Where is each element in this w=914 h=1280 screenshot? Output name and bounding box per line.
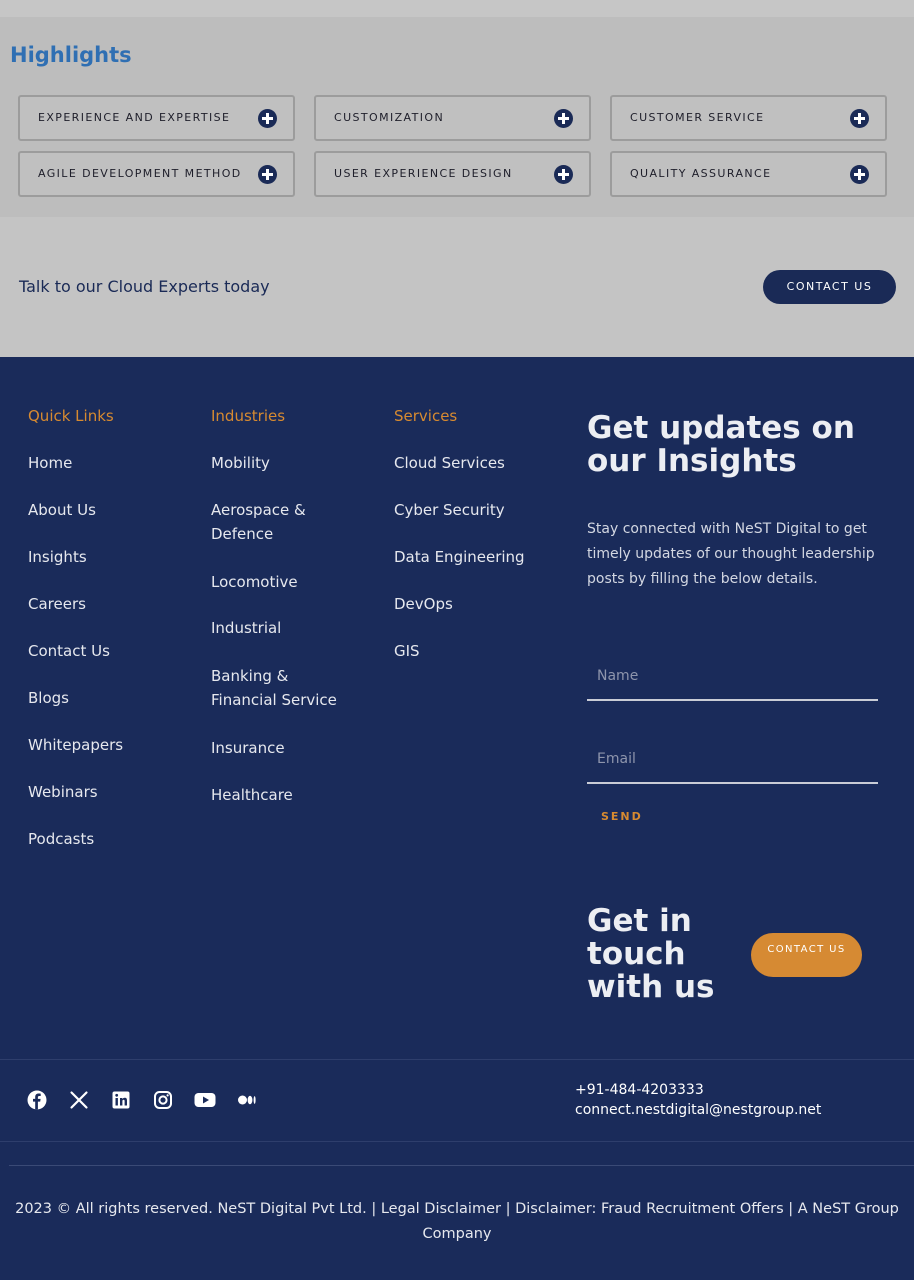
get-in-touch-contact-button[interactable]: CONTACT US xyxy=(751,933,862,977)
footer-link-healthcare[interactable]: Healthcare xyxy=(211,783,376,807)
footer-link-webinars[interactable]: Webinars xyxy=(28,780,193,804)
email-field xyxy=(587,736,878,784)
plus-circle-icon[interactable] xyxy=(850,109,869,128)
footer-link-gis[interactable]: GIS xyxy=(394,639,559,663)
footer: Quick Links Home About Us Insights Caree… xyxy=(0,357,914,1280)
footer-link-industrial[interactable]: Industrial xyxy=(211,616,376,640)
highlight-label: USER EXPERIENCE DESIGN xyxy=(334,167,513,180)
highlight-label: AGILE DEVELOPMENT METHOD xyxy=(38,167,242,180)
footer-link-blogs[interactable]: Blogs xyxy=(28,686,193,710)
highlight-card-customization[interactable]: CUSTOMIZATION xyxy=(314,95,591,141)
medium-icon[interactable] xyxy=(237,1090,257,1110)
linkedin-icon[interactable] xyxy=(111,1090,131,1110)
footer-link-podcasts[interactable]: Podcasts xyxy=(28,827,193,851)
x-icon[interactable] xyxy=(69,1090,89,1110)
footer-link-devops[interactable]: DevOps xyxy=(394,592,559,616)
contact-email[interactable]: connect.nestdigital@nestgroup.net xyxy=(575,1102,821,1118)
highlight-card-experience[interactable]: EXPERIENCE AND EXPERTISE xyxy=(18,95,295,141)
plus-circle-icon[interactable] xyxy=(258,165,277,184)
footer-link-contact-us[interactable]: Contact Us xyxy=(28,639,193,663)
highlights-section: Highlights EXPERIENCE AND EXPERTISE CUST… xyxy=(0,17,914,217)
copyright-text: 2023 © All rights reserved. NeST Digital… xyxy=(15,1201,899,1242)
footer-link-data-engineering[interactable]: Data Engineering xyxy=(394,545,574,569)
cta-text: Talk to our Cloud Experts today xyxy=(19,277,270,296)
send-button[interactable]: SEND xyxy=(601,810,643,823)
highlight-card-ux-design[interactable]: USER EXPERIENCE DESIGN xyxy=(314,151,591,197)
social-bar: +91-484-4203333 connect.nestdigital@nest… xyxy=(0,1059,914,1142)
footer-link-aerospace[interactable]: Aerospace & Defence xyxy=(211,498,321,546)
plus-circle-icon[interactable] xyxy=(850,165,869,184)
newsletter-description: Stay connected with NeST Digital to get … xyxy=(587,521,875,587)
contact-us-button[interactable]: CONTACT US xyxy=(763,270,896,304)
plus-circle-icon[interactable] xyxy=(554,165,573,184)
highlight-card-agile[interactable]: AGILE DEVELOPMENT METHOD xyxy=(18,151,295,197)
highlight-label: CUSTOMER SERVICE xyxy=(630,111,765,124)
name-field xyxy=(587,653,878,701)
industries-heading: Industries xyxy=(211,407,286,425)
footer-divider xyxy=(9,1165,914,1166)
footer-link-home[interactable]: Home xyxy=(28,451,193,475)
email-input[interactable] xyxy=(587,736,878,782)
highlight-label: CUSTOMIZATION xyxy=(334,111,445,124)
footer-link-cyber-security[interactable]: Cyber Security xyxy=(394,498,559,522)
services-heading: Services xyxy=(394,407,458,425)
top-strip xyxy=(0,0,914,17)
footer-link-insurance[interactable]: Insurance xyxy=(211,736,376,760)
highlight-card-quality-assurance[interactable]: QUALITY ASSURANCE xyxy=(610,151,887,197)
highlight-label: QUALITY ASSURANCE xyxy=(630,167,772,180)
instagram-icon[interactable] xyxy=(153,1090,173,1110)
contact-phone[interactable]: +91-484-4203333 xyxy=(575,1082,704,1098)
footer-link-banking[interactable]: Banking & Financial Service xyxy=(211,664,351,712)
footer-link-cloud-services[interactable]: Cloud Services xyxy=(394,451,559,475)
newsletter-title: Get updates on our Insights xyxy=(587,410,855,479)
plus-circle-icon[interactable] xyxy=(258,109,277,128)
highlight-label: EXPERIENCE AND EXPERTISE xyxy=(38,111,231,124)
footer-link-locomotive[interactable]: Locomotive xyxy=(211,570,376,594)
highlight-card-customer-service[interactable]: CUSTOMER SERVICE xyxy=(610,95,887,141)
name-input[interactable] xyxy=(587,653,878,699)
youtube-icon[interactable] xyxy=(194,1090,216,1110)
footer-link-about-us[interactable]: About Us xyxy=(28,498,193,522)
cta-section: Talk to our Cloud Experts today CONTACT … xyxy=(0,217,914,357)
footer-link-whitepapers[interactable]: Whitepapers xyxy=(28,733,193,757)
highlights-title: Highlights xyxy=(10,43,132,67)
plus-circle-icon[interactable] xyxy=(554,109,573,128)
get-in-touch-title: Get in touch with us xyxy=(587,903,715,1005)
footer-link-careers[interactable]: Careers xyxy=(28,592,193,616)
quick-links-heading: Quick Links xyxy=(28,407,114,425)
footer-link-mobility[interactable]: Mobility xyxy=(211,451,376,475)
footer-link-insights[interactable]: Insights xyxy=(28,545,193,569)
facebook-icon[interactable] xyxy=(27,1090,47,1110)
